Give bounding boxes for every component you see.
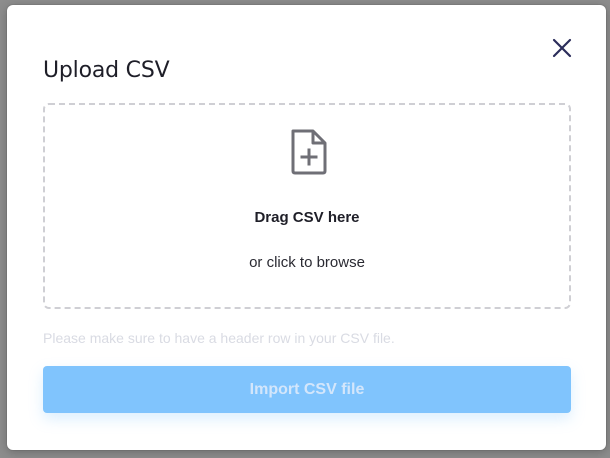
close-button[interactable] xyxy=(550,36,574,60)
upload-csv-dialog: Upload CSV Drag CSV here or click to bro… xyxy=(7,5,606,450)
dropzone-browse-text[interactable]: or click to browse xyxy=(45,254,569,271)
close-icon xyxy=(552,38,572,58)
dropzone-title: Drag CSV here xyxy=(254,209,360,226)
import-csv-button[interactable]: Import CSV file xyxy=(43,366,571,413)
dialog-title: Upload CSV xyxy=(43,58,170,83)
file-plus-icon xyxy=(291,129,327,175)
csv-dropzone[interactable]: Drag CSV here or click to browse xyxy=(43,103,571,309)
header-row-hint: Please make sure to have a header row in… xyxy=(43,330,395,346)
